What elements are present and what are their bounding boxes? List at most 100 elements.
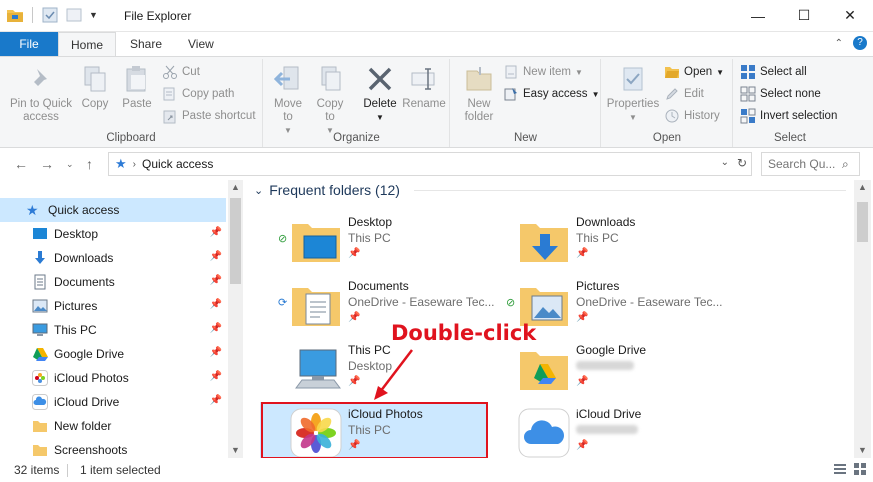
nav-item-desktop[interactable]: Desktop 📌 (0, 222, 226, 246)
scroll-up-icon[interactable]: ▲ (231, 182, 240, 192)
collapse-ribbon-icon[interactable]: ⌃ (835, 38, 843, 49)
history-button[interactable]: History (664, 107, 720, 125)
select-none-button[interactable]: Select none (740, 85, 821, 103)
address-dropdown-icon[interactable]: ⌄ (721, 157, 729, 168)
move-to-button[interactable]: Move to ▼ (270, 63, 306, 137)
cut-button[interactable]: Cut (162, 63, 200, 81)
nav-item-documents[interactable]: Documents 📌 (0, 270, 226, 294)
nav-item-icloud-drive[interactable]: iCloud Drive 📌 (0, 390, 226, 414)
pin-icon[interactable]: 📌 (210, 299, 222, 310)
properties-icon[interactable] (41, 6, 59, 24)
search-box[interactable]: ⌕ (761, 152, 860, 176)
tab-file[interactable]: File (0, 32, 58, 56)
help-icon[interactable]: ? (853, 36, 867, 50)
scrollbar-thumb[interactable] (230, 198, 241, 284)
delete-dropdown-icon: ▼ (376, 113, 384, 122)
pin-icon[interactable]: 📌 (210, 347, 222, 358)
tile-location: OneDrive - Easeware Tec... (348, 295, 495, 309)
tile-google-drive[interactable]: Google Drive 📌 (488, 338, 716, 400)
scroll-up-icon[interactable]: ▲ (858, 182, 867, 192)
refresh-icon[interactable]: ↻ (737, 156, 747, 170)
pin-icon[interactable]: 📌 (210, 275, 222, 286)
content-scrollbar[interactable]: ▲ ▼ (854, 180, 871, 458)
quick-access-toolbar: ▼ (6, 6, 98, 24)
tab-share[interactable]: Share (118, 32, 174, 56)
pin-to-quick-access-button[interactable]: Pin to Quick access (6, 63, 76, 124)
toolbar-separator (32, 7, 33, 23)
frequent-folders-header[interactable]: ⌄ Frequent folders (12) (254, 182, 400, 198)
recent-locations-chevron-icon[interactable]: ⌄ (66, 159, 74, 170)
pin-icon[interactable]: 📌 (210, 227, 222, 238)
pin-icon: 📌 (576, 312, 589, 323)
new-item-button[interactable]: New item ▼ (503, 63, 583, 81)
forward-arrow-icon[interactable]: → (40, 156, 54, 172)
select-all-button[interactable]: Select all (740, 63, 807, 81)
paste-shortcut-button[interactable]: Paste shortcut (162, 107, 256, 125)
easy-access-button[interactable]: Easy access ▼ (503, 85, 599, 103)
collapse-chevron-icon[interactable]: ⌄ (254, 184, 263, 197)
new-folder-icon[interactable] (65, 6, 83, 24)
paste-button[interactable]: Paste (118, 63, 156, 111)
copy-to-button[interactable]: Copy to ▼ (312, 63, 348, 137)
maximize-button[interactable]: ☐ (781, 0, 827, 31)
pin-icon[interactable]: 📌 (210, 395, 222, 406)
up-arrow-icon[interactable]: ↑ (86, 156, 93, 172)
pin-icon[interactable]: 📌 (210, 323, 222, 334)
details-view-icon[interactable] (833, 462, 847, 476)
nav-item-quick-access[interactable]: ★ Quick access (0, 198, 226, 222)
nav-item-label: This PC (54, 323, 97, 337)
rename-icon (411, 68, 435, 90)
new-folder-button[interactable]: New folder (459, 63, 499, 124)
copy-path-label: Copy path (182, 88, 235, 100)
copy-path-button[interactable]: Copy path (162, 85, 234, 103)
new-item-icon (505, 65, 517, 79)
nav-item-label: Google Drive (54, 347, 125, 361)
delete-button[interactable]: Delete ▼ (360, 63, 400, 124)
close-button[interactable]: ✕ (827, 0, 873, 31)
pin-icon[interactable]: 📌 (210, 251, 222, 262)
callout-arrow-icon (374, 349, 413, 400)
tile-location: OneDrive - Easeware Tec... (576, 295, 723, 309)
breadcrumb-location[interactable]: Quick access (142, 157, 213, 171)
tile-desktop[interactable]: ⊘ Desktop This PC 📌 (260, 210, 488, 272)
tile-location-redacted (576, 423, 638, 437)
edit-button[interactable]: Edit (664, 85, 704, 103)
minimize-button[interactable]: — (735, 0, 781, 31)
nav-item-icloud-photos[interactable]: iCloud Photos 📌 (0, 366, 226, 390)
tile-downloads[interactable]: Downloads This PC 📌 (488, 210, 716, 272)
computer-icon (32, 323, 48, 336)
nav-item-label: Pictures (54, 299, 98, 313)
nav-item-pictures[interactable]: Pictures 📌 (0, 294, 226, 318)
nav-item-label: Quick access (48, 203, 120, 217)
properties-button[interactable]: Properties ▼ (604, 63, 662, 124)
copy-button[interactable]: Copy (78, 63, 112, 111)
rename-button[interactable]: Rename (402, 63, 446, 111)
search-input[interactable] (768, 157, 842, 171)
tile-icloud-drive[interactable]: iCloud Drive 📌 (488, 402, 716, 464)
scroll-down-icon[interactable]: ▼ (858, 445, 867, 455)
nav-item-downloads[interactable]: Downloads 📌 (0, 246, 226, 270)
large-icons-view-icon[interactable] (853, 462, 867, 476)
open-button[interactable]: Open ▼ (664, 63, 724, 81)
select-group: Select all Select none Invert selection … (734, 59, 846, 147)
nav-item-new-folder[interactable]: New folder (0, 414, 226, 438)
search-icon[interactable]: ⌕ (842, 157, 849, 172)
breadcrumb-chevron-icon[interactable]: › (133, 159, 136, 170)
pin-icon[interactable]: 📌 (210, 371, 222, 382)
syncing-icon: ⟳ (278, 297, 288, 309)
nav-item-screenshoots[interactable]: Screenshoots (0, 438, 226, 458)
nav-item-google-drive[interactable]: Google Drive 📌 (0, 342, 226, 366)
address-bar[interactable]: ★ › Quick access ⌄ ↻ (108, 152, 752, 176)
folder-app-icon[interactable] (6, 6, 24, 24)
scrollbar-thumb[interactable] (857, 202, 868, 242)
tile-name: Documents (348, 279, 409, 293)
back-arrow-icon[interactable]: ← (14, 156, 28, 172)
tab-view[interactable]: View (176, 32, 226, 56)
nav-pane-scrollbar[interactable]: ▲ ▼ (228, 180, 243, 458)
open-group: Properties ▼ Open ▼ Edit History Open (602, 59, 733, 147)
scroll-down-icon[interactable]: ▼ (231, 445, 240, 455)
tab-home[interactable]: Home (58, 32, 117, 57)
nav-item-this-pc[interactable]: This PC 📌 (0, 318, 226, 342)
invert-selection-button[interactable]: Invert selection (740, 107, 837, 125)
customize-toolbar-chevron-icon[interactable]: ▼ (89, 10, 98, 20)
